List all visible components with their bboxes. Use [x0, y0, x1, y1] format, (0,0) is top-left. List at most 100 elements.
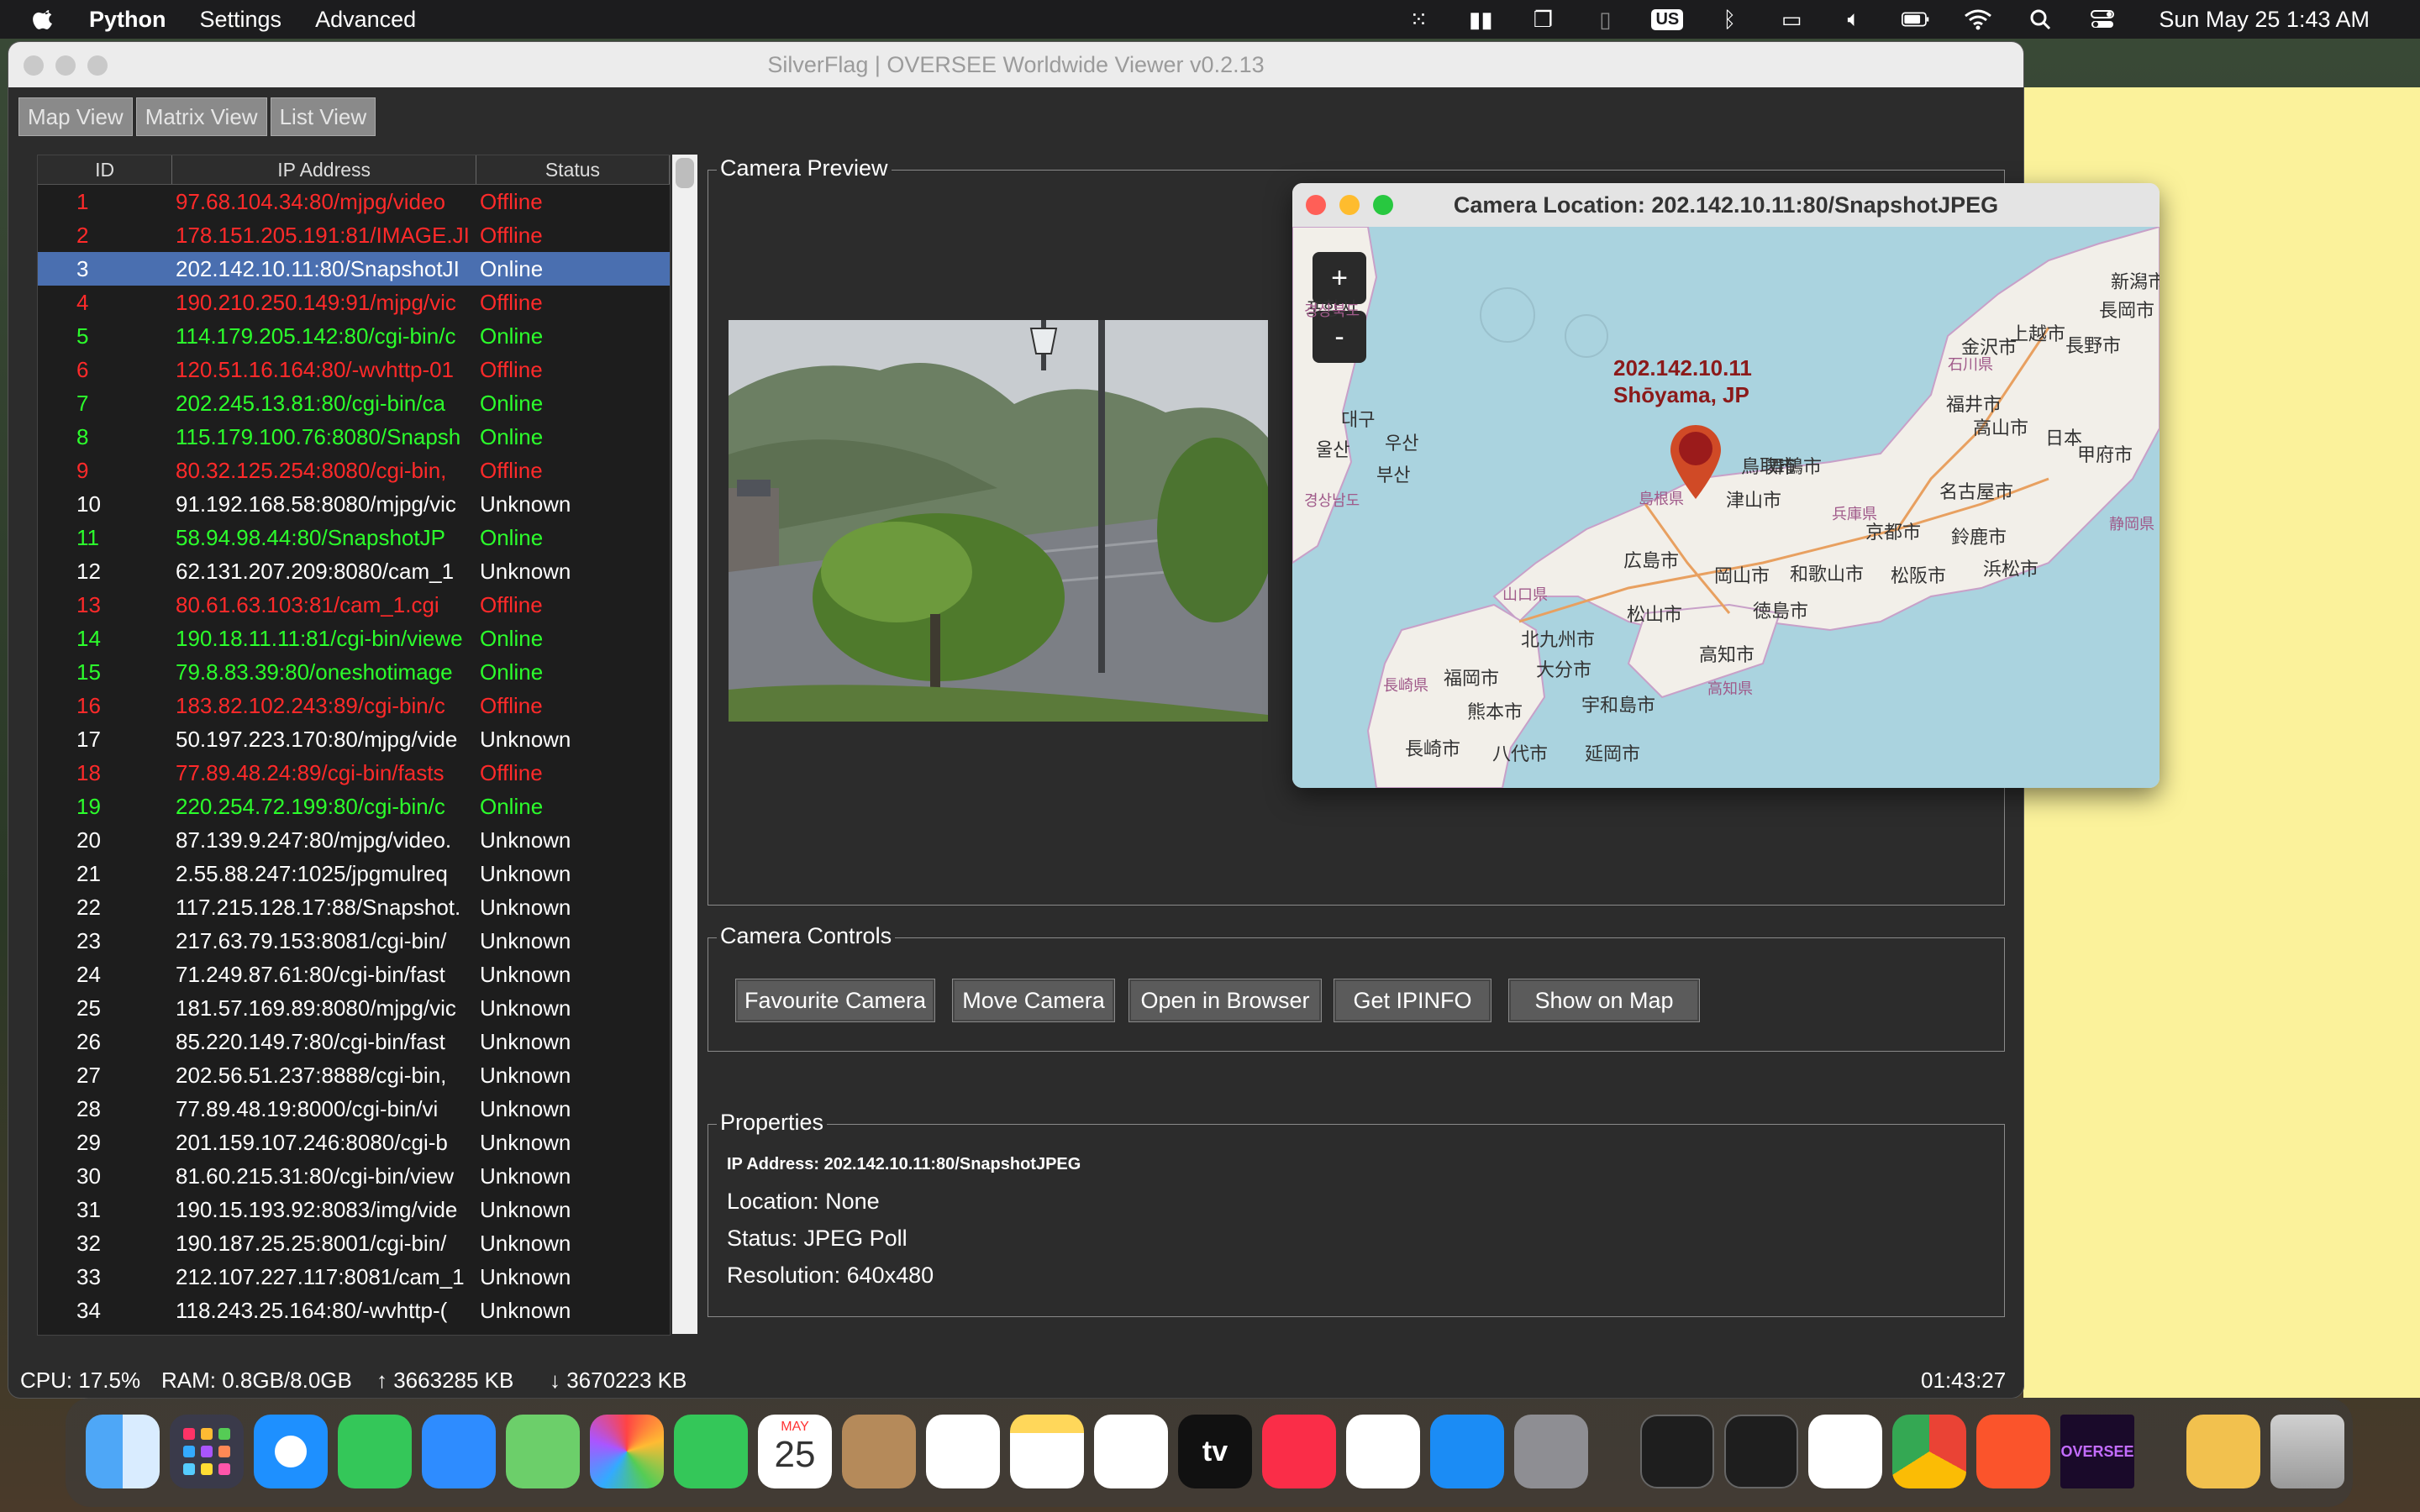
table-row[interactable]: 14 190.18.11.11:81/cgi-bin/viewe Online [38, 622, 670, 655]
table-row[interactable]: 7 202.245.13.81:80/cgi-bin/ca Online [38, 386, 670, 420]
table-row[interactable]: 9 80.32.125.254:8080/cgi-bin, Offline [38, 454, 670, 487]
news-icon[interactable] [1346, 1415, 1420, 1488]
activity-monitor-icon[interactable] [1640, 1415, 1714, 1488]
table-row[interactable]: 12 62.131.207.209:8080/cam_1 Unknown [38, 554, 670, 588]
safari-icon[interactable] [254, 1415, 328, 1488]
camera-controls-label: Camera Controls [717, 923, 896, 949]
battery-shape [1902, 12, 1929, 27]
trash-icon[interactable] [2270, 1415, 2344, 1488]
display-icon[interactable]: ▭ [1777, 7, 1806, 32]
table-row[interactable]: 17 50.197.223.170:80/mjpg/vide Unknown [38, 722, 670, 756]
vscodium-icon[interactable] [1808, 1415, 1882, 1488]
calendar-icon[interactable]: MAY 25 [758, 1415, 832, 1488]
table-row[interactable]: 3 202.142.10.11:80/SnapshotJI Online [38, 252, 670, 286]
table-row[interactable]: 2 178.151.205.191:81/IMAGE.JI Offline [38, 218, 670, 252]
tab-map-view[interactable]: Map View [18, 97, 133, 136]
apple-icon[interactable] [32, 7, 57, 32]
tab-list-view[interactable]: List View [270, 97, 376, 136]
freeform-icon[interactable] [1094, 1415, 1168, 1488]
menu-bar-clock[interactable]: Sun May 25 1:43 AM [2159, 7, 2370, 33]
chrome-icon[interactable] [1892, 1415, 1966, 1488]
apple-tv-icon[interactable]: tv [1178, 1415, 1252, 1488]
table-row[interactable]: 6 120.51.16.164:80/-wvhttp-01 Offline [38, 353, 670, 386]
table-row[interactable]: 25 181.57.169.89:8080/mjpg/vic Unknown [38, 991, 670, 1025]
oversee-app-icon[interactable]: OVERSEE [2060, 1415, 2134, 1488]
table-row[interactable]: 28 77.89.48.19:8000/cgi-bin/vi Unknown [38, 1092, 670, 1126]
maps-icon[interactable] [506, 1415, 580, 1488]
volume-icon[interactable]: 🔈︎ [1839, 6, 1868, 31]
audio-bars-icon[interactable]: ▮▮ [1466, 7, 1495, 32]
table-row[interactable]: 1 97.68.104.34:80/mjpg/video Offline [38, 185, 670, 218]
launchpad-icon[interactable] [170, 1415, 244, 1488]
table-row[interactable]: 26 85.220.149.7:80/cgi-bin/fast Unknown [38, 1025, 670, 1058]
get-ipinfo-button[interactable]: Get IPINFO [1334, 979, 1491, 1022]
messages-icon[interactable] [338, 1415, 412, 1488]
contacts-icon[interactable] [842, 1415, 916, 1488]
table-row[interactable]: 32 190.187.25.25:8001/cgi-bin/Unknown [38, 1226, 670, 1260]
camera-location-titlebar[interactable]: Camera Location: 202.142.10.11:80/Snapsh… [1292, 183, 2160, 227]
table-row[interactable]: 27 202.56.51.237:8888/cgi-bin, Unknown [38, 1058, 670, 1092]
row-ip-address: 85.220.149.7:80/cgi-bin/fast [176, 1028, 445, 1054]
column-header-ip[interactable]: IP Address [172, 155, 476, 184]
facetime-icon[interactable] [674, 1415, 748, 1488]
move-camera-button[interactable]: Move Camera [952, 979, 1115, 1022]
table-row[interactable]: 16 183.82.102.243:89/cgi-bin/c Offline [38, 689, 670, 722]
keyboard-input-icon[interactable]: US [1651, 8, 1684, 31]
table-row[interactable]: 23 217.63.79.153:8081/cgi-bin/Unknown [38, 924, 670, 958]
menu-app-name[interactable]: Python [89, 7, 166, 33]
bluetooth-icon[interactable]: ᛒ [1715, 7, 1744, 32]
stage-manager-icon[interactable]: ▯ [1591, 7, 1619, 32]
table-row[interactable]: 19 220.254.72.199:80/cgi-bin/c Online [38, 790, 670, 823]
battery-icon[interactable] [1902, 8, 1930, 31]
camera-list[interactable]: ID IP Address Status 1 97.68.104.34:80/mj… [37, 155, 671, 1336]
row-status: Unknown [480, 1129, 571, 1155]
table-row[interactable]: 15 79.8.83.39:80/oneshotimage Online [38, 655, 670, 689]
table-row[interactable]: 13 80.61.63.103:81/cam_1.cgi Offline [38, 588, 670, 622]
table-row[interactable]: 11 58.94.98.44:80/SnapshotJP Online [38, 521, 670, 554]
finder-icon[interactable] [86, 1415, 160, 1488]
favourite-camera-button[interactable]: Favourite Camera [735, 979, 935, 1022]
table-row[interactable]: 4 190.210.250.149:91/mjpg/vic Offline [38, 286, 670, 319]
window-titlebar[interactable]: SilverFlag | OVERSEE Worldwide Viewer v0… [8, 42, 2023, 87]
table-row[interactable]: 8 115.179.100.76:8080/Snapsh Online [38, 420, 670, 454]
notes-icon[interactable] [1010, 1415, 1084, 1488]
table-row[interactable]: 30 81.60.215.31:80/cgi-bin/view Unknown [38, 1159, 670, 1193]
menu-advanced[interactable]: Advanced [315, 7, 416, 33]
open-in-browser-button[interactable]: Open in Browser [1128, 979, 1322, 1022]
grid-dots-icon[interactable]: ⁙ [1404, 7, 1433, 32]
column-header-id[interactable]: ID [38, 155, 173, 184]
control-center-icon[interactable] [2088, 8, 2117, 31]
launchpad-grid-shape [183, 1428, 230, 1475]
table-row[interactable]: 5 114.179.205.142:80/cgi-bin/c Online [38, 319, 670, 353]
show-on-map-button[interactable]: Show on Map [1508, 979, 1700, 1022]
menu-settings[interactable]: Settings [200, 7, 282, 33]
table-row[interactable]: 20 87.139.9.247:80/mjpg/video. Unknown [38, 823, 670, 857]
row-ip-address: 120.51.16.164:80/-wvhttp-01 [176, 356, 455, 382]
table-row[interactable]: 34 118.243.25.164:80/-wvhttp-(Unknown [38, 1294, 670, 1327]
reminders-icon[interactable] [926, 1415, 1000, 1488]
mail-icon[interactable] [422, 1415, 496, 1488]
downloads-folder-icon[interactable] [2186, 1415, 2260, 1488]
spotlight-search-icon[interactable] [2026, 8, 2054, 31]
wifi-icon[interactable] [1964, 8, 1992, 31]
music-icon[interactable] [1262, 1415, 1336, 1488]
table-row[interactable]: 33 212.107.227.117:8081/cam_1 Unknown [38, 1260, 670, 1294]
window-stack-icon[interactable]: ❐ [1528, 7, 1557, 32]
column-header-status[interactable]: Status [476, 155, 670, 184]
system-settings-icon[interactable] [1514, 1415, 1588, 1488]
brave-icon[interactable] [1976, 1415, 2050, 1488]
tab-matrix-view[interactable]: Matrix View [135, 97, 267, 136]
table-row[interactable]: 31 190.15.193.92:8083/img/vide Unknown [38, 1193, 670, 1226]
terminal-icon[interactable] [1724, 1415, 1798, 1488]
location-map[interactable]: + - 202.142.10.11 Shōyama, JP 広島市 岡山市 松山市徳… [1292, 227, 2160, 788]
table-row[interactable]: 21 2.55.88.247:1025/jpgmulreq Unknown [38, 857, 670, 890]
camera-list-scrollbar[interactable] [672, 155, 697, 1334]
table-row[interactable]: 24 71.249.87.61:80/cgi-bin/fast Unknown [38, 958, 670, 991]
table-row[interactable]: 18 77.89.48.24:89/cgi-bin/fasts Offline [38, 756, 670, 790]
scrollbar-thumb[interactable] [676, 158, 694, 188]
photos-icon[interactable] [590, 1415, 664, 1488]
table-row[interactable]: 29 201.159.107.246:8080/cgi-b Unknown [38, 1126, 670, 1159]
app-store-icon[interactable] [1430, 1415, 1504, 1488]
table-row[interactable]: 22 117.215.128.17:88/Snapshot. Unknown [38, 890, 670, 924]
table-row[interactable]: 10 91.192.168.58:8080/mjpg/vic Unknown [38, 487, 670, 521]
